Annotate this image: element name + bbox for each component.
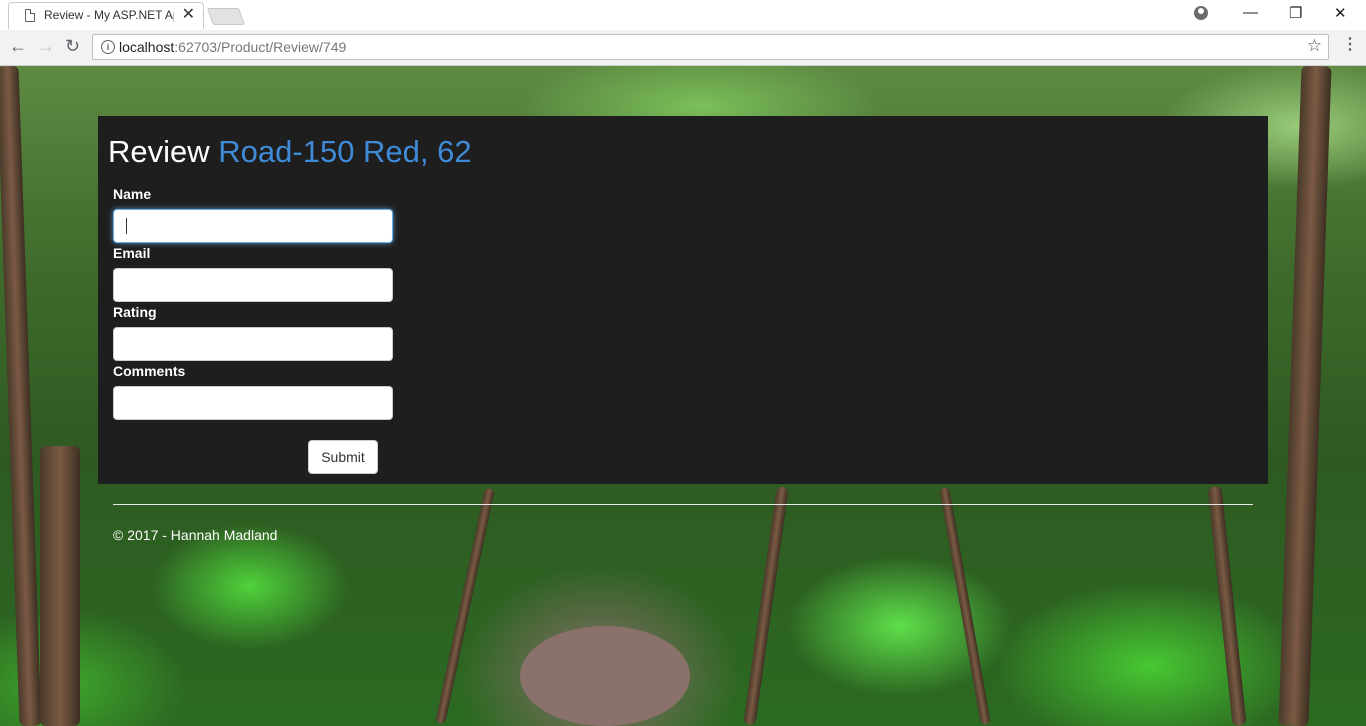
minimize-button[interactable]: — <box>1243 4 1258 21</box>
comments-field[interactable] <box>113 386 393 420</box>
tree-trunk <box>1278 66 1332 726</box>
tree-trunk <box>1207 485 1247 726</box>
close-window-button[interactable]: ✕ <box>1334 4 1347 22</box>
tree-trunk <box>0 66 42 726</box>
text-caret <box>126 218 127 234</box>
email-label: Email <box>113 245 151 261</box>
tree-trunk <box>939 486 991 726</box>
forward-icon[interactable]: → <box>37 36 55 56</box>
account-icon[interactable] <box>1194 6 1208 20</box>
footer-divider <box>113 504 1253 505</box>
submit-button[interactable]: Submit <box>308 440 378 474</box>
browser-toolbar: ← → ↻ i localhost:62703/Product/Review/7… <box>0 30 1366 66</box>
reload-icon[interactable]: ↻ <box>65 36 80 56</box>
tree-trunk <box>743 486 789 726</box>
email-field[interactable] <box>113 268 393 302</box>
forest-path <box>520 626 690 726</box>
new-tab-button[interactable] <box>206 8 246 25</box>
url-text[interactable]: localhost:62703/Product/Review/749 <box>119 39 346 55</box>
back-icon[interactable]: ← <box>9 36 27 56</box>
close-icon[interactable]: ✕ <box>182 5 195 25</box>
address-bar[interactable]: i localhost:62703/Product/Review/749 ☆ <box>92 34 1329 60</box>
document-icon <box>25 9 35 22</box>
product-name: Road-150 Red, 62 <box>218 134 472 169</box>
tree-trunk <box>435 487 495 725</box>
info-icon[interactable]: i <box>101 40 115 54</box>
rating-label: Rating <box>113 304 157 320</box>
tab-title: Review - My ASP.NET Ap <box>44 8 174 22</box>
browser-tab[interactable]: Review - My ASP.NET Ap ✕ <box>8 2 204 29</box>
rating-field[interactable] <box>113 327 393 361</box>
name-field[interactable] <box>113 209 393 243</box>
tree-trunk <box>40 446 80 726</box>
page-title: Review Road-150 Red, 62 <box>108 134 472 170</box>
heading-prefix: Review <box>108 134 210 169</box>
browser-titlebar: Review - My ASP.NET Ap ✕ — ❐ ✕ <box>0 0 1366 30</box>
star-icon[interactable]: ☆ <box>1307 36 1322 56</box>
url-host: localhost <box>119 39 175 55</box>
review-panel: Review Road-150 Red, 62 Name Email Ratin… <box>98 116 1268 484</box>
name-label: Name <box>113 186 152 202</box>
menu-icon[interactable]: ⋮ <box>1342 36 1358 54</box>
comments-label: Comments <box>113 363 186 379</box>
url-path: :62703/Product/Review/749 <box>174 39 347 55</box>
footer-copyright: © 2017 - Hannah Madland <box>113 527 278 543</box>
restore-button[interactable]: ❐ <box>1289 4 1302 22</box>
